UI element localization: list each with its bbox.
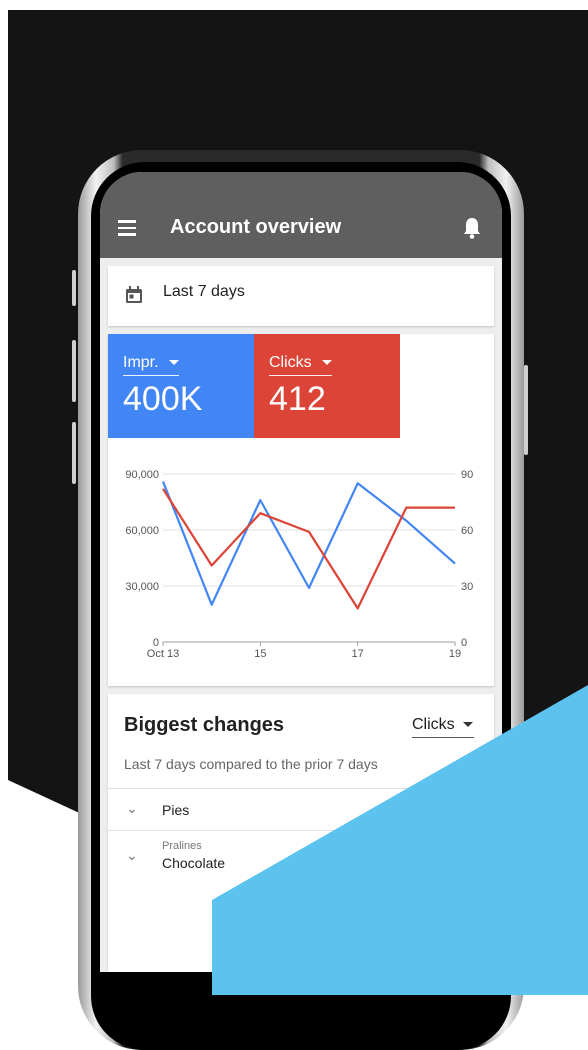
blue-accent-shape [212,685,588,995]
